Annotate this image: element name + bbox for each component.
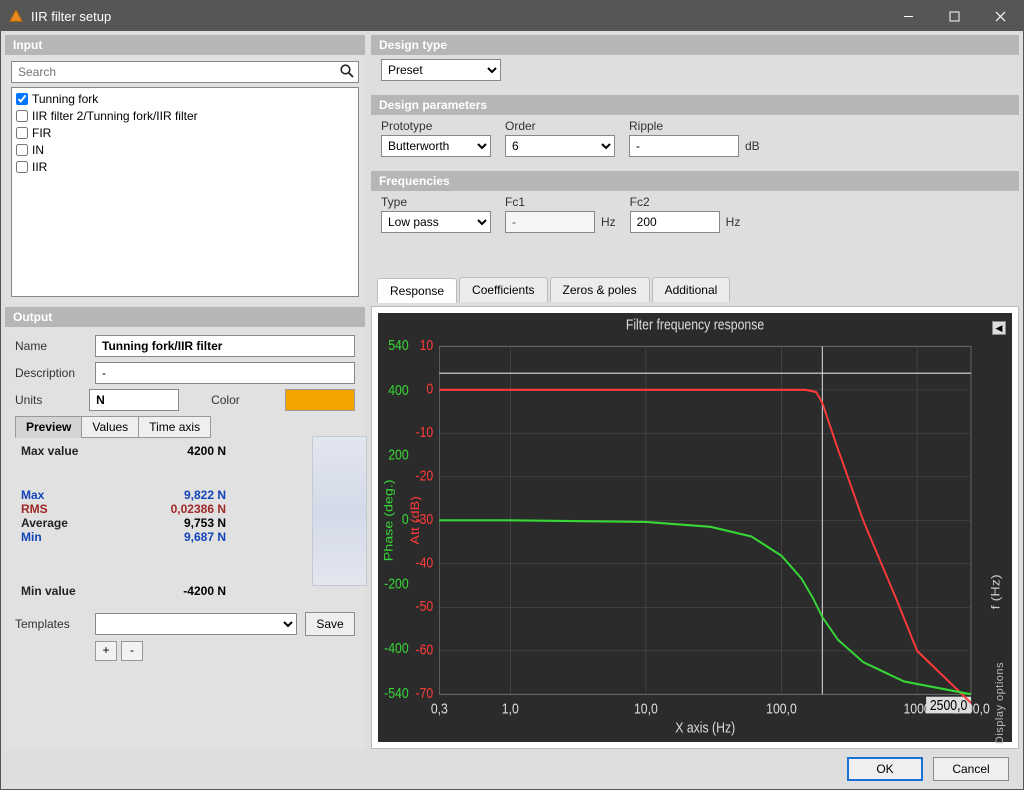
tab-timeaxis[interactable]: Time axis — [138, 416, 211, 438]
svg-text:-400: -400 — [384, 640, 409, 656]
input-checkbox[interactable] — [16, 144, 28, 156]
svg-text:10,0: 10,0 — [634, 701, 658, 717]
svg-text:2500,0: 2500,0 — [930, 697, 968, 713]
search-input[interactable] — [11, 61, 359, 83]
tab-response[interactable]: Response — [377, 278, 457, 303]
svg-text:-70: -70 — [415, 685, 433, 701]
bottom-bar: OK Cancel — [1, 749, 1023, 789]
input-checkbox[interactable] — [16, 161, 28, 173]
filter-type-select[interactable]: Low pass — [381, 211, 491, 233]
output-section: Output Name Description Units Color — [5, 307, 365, 749]
window-title: IIR filter setup — [31, 9, 111, 24]
chart-area[interactable]: Filter frequency response 0,3 1,0 10,0 100,0… — [378, 313, 1012, 742]
display-options-label[interactable]: Display options — [994, 662, 1006, 744]
description-field[interactable] — [95, 362, 355, 384]
svg-text:Filter frequency response: Filter frequency response — [626, 317, 764, 333]
svg-text:400: 400 — [388, 382, 408, 398]
svg-text:Att (dB): Att (dB) — [408, 496, 422, 544]
svg-text:10: 10 — [420, 337, 434, 353]
ripple-field[interactable] — [629, 135, 739, 157]
prototype-label: Prototype — [381, 119, 491, 133]
svg-text:-200: -200 — [384, 575, 409, 591]
titlebar: IIR filter setup — [1, 1, 1023, 31]
input-checkbox[interactable] — [16, 93, 28, 105]
color-picker[interactable] — [285, 389, 355, 411]
cancel-button[interactable]: Cancel — [933, 757, 1009, 781]
side-panel-toggle[interactable]: ◀ — [992, 321, 1006, 335]
design-parameters-section: Design parameters Prototype Butterworth … — [371, 95, 1019, 167]
list-item[interactable]: FIR — [14, 124, 356, 141]
fc2-field[interactable] — [630, 211, 720, 233]
result-tabs: Response Coefficients Zeros & poles Addi… — [371, 277, 1019, 302]
input-checkbox[interactable] — [16, 110, 28, 122]
fc1-label: Fc1 — [505, 195, 616, 209]
svg-text:X axis (Hz): X axis (Hz) — [675, 720, 735, 736]
svg-text:Phase (deg.): Phase (deg.) — [381, 479, 395, 561]
fc2-label: Fc2 — [630, 195, 741, 209]
svg-text:200: 200 — [388, 447, 408, 463]
list-item[interactable]: Tunning fork — [14, 90, 356, 107]
ripple-label: Ripple — [629, 119, 760, 133]
design-parameters-header: Design parameters — [371, 95, 1019, 115]
svg-text:-20: -20 — [415, 468, 433, 484]
svg-text:-60: -60 — [415, 642, 433, 658]
close-button[interactable] — [977, 1, 1023, 31]
order-label: Order — [505, 119, 615, 133]
templates-label: Templates — [15, 617, 87, 631]
svg-text:f (Hz): f (Hz) — [989, 574, 1003, 609]
output-header: Output — [5, 307, 365, 327]
design-type-header: Design type — [371, 35, 1019, 55]
svg-text:-50: -50 — [415, 598, 433, 614]
svg-text:540: 540 — [388, 337, 408, 353]
maximize-button[interactable] — [931, 1, 977, 31]
svg-text:-10: -10 — [415, 424, 433, 440]
svg-text:-540: -540 — [384, 685, 409, 701]
stats-panel: Max value4200 N Max9,822 N RMS0,02386 N … — [21, 444, 349, 598]
list-item[interactable]: IIR — [14, 158, 356, 175]
svg-text:1,0: 1,0 — [502, 701, 519, 717]
tab-additional[interactable]: Additional — [652, 277, 731, 302]
templates-select[interactable] — [95, 613, 297, 635]
input-list[interactable]: Tunning fork IIR filter 2/Tunning fork/I… — [11, 87, 359, 297]
fc1-field — [505, 211, 595, 233]
svg-text:100,0: 100,0 — [766, 701, 797, 717]
description-label: Description — [15, 366, 87, 380]
list-item[interactable]: IIR filter 2/Tunning fork/IIR filter — [14, 107, 356, 124]
name-field[interactable] — [95, 335, 355, 357]
add-template-button[interactable]: + — [95, 641, 117, 661]
filter-type-label: Type — [381, 195, 491, 209]
tab-values[interactable]: Values — [81, 416, 139, 438]
color-label: Color — [211, 393, 277, 407]
window: IIR filter setup Input — [0, 0, 1024, 790]
ok-button[interactable]: OK — [847, 757, 923, 781]
prototype-select[interactable]: Butterworth — [381, 135, 491, 157]
design-type-select[interactable]: Preset — [381, 59, 501, 81]
design-type-section: Design type Preset — [371, 35, 1019, 91]
frequencies-header: Frequencies — [371, 171, 1019, 191]
svg-text:0: 0 — [426, 381, 433, 397]
frequencies-section: Frequencies Type Low pass Fc1 Hz — [371, 171, 1019, 243]
save-button[interactable]: Save — [305, 612, 355, 636]
input-section: Input Tunning fork IIR filter 2/Tunning … — [5, 35, 365, 303]
minimize-button[interactable] — [885, 1, 931, 31]
tab-preview[interactable]: Preview — [15, 416, 82, 438]
list-item[interactable]: IN — [14, 141, 356, 158]
preview-sparkline — [312, 436, 367, 586]
units-field[interactable] — [89, 389, 179, 411]
input-checkbox[interactable] — [16, 127, 28, 139]
tab-coefficients[interactable]: Coefficients — [459, 277, 547, 302]
window-controls — [885, 1, 1023, 31]
svg-text:0,3: 0,3 — [431, 701, 448, 717]
input-header: Input — [5, 35, 365, 55]
name-label: Name — [15, 339, 87, 353]
order-select[interactable]: 6 — [505, 135, 615, 157]
app-icon — [9, 9, 23, 23]
chart-frame: Filter frequency response 0,3 1,0 10,0 100,0… — [371, 306, 1019, 749]
units-label: Units — [15, 393, 81, 407]
search-icon[interactable] — [340, 64, 354, 81]
tab-zeros-poles[interactable]: Zeros & poles — [550, 277, 650, 302]
remove-template-button[interactable]: - — [121, 641, 143, 661]
svg-text:-40: -40 — [415, 555, 433, 571]
